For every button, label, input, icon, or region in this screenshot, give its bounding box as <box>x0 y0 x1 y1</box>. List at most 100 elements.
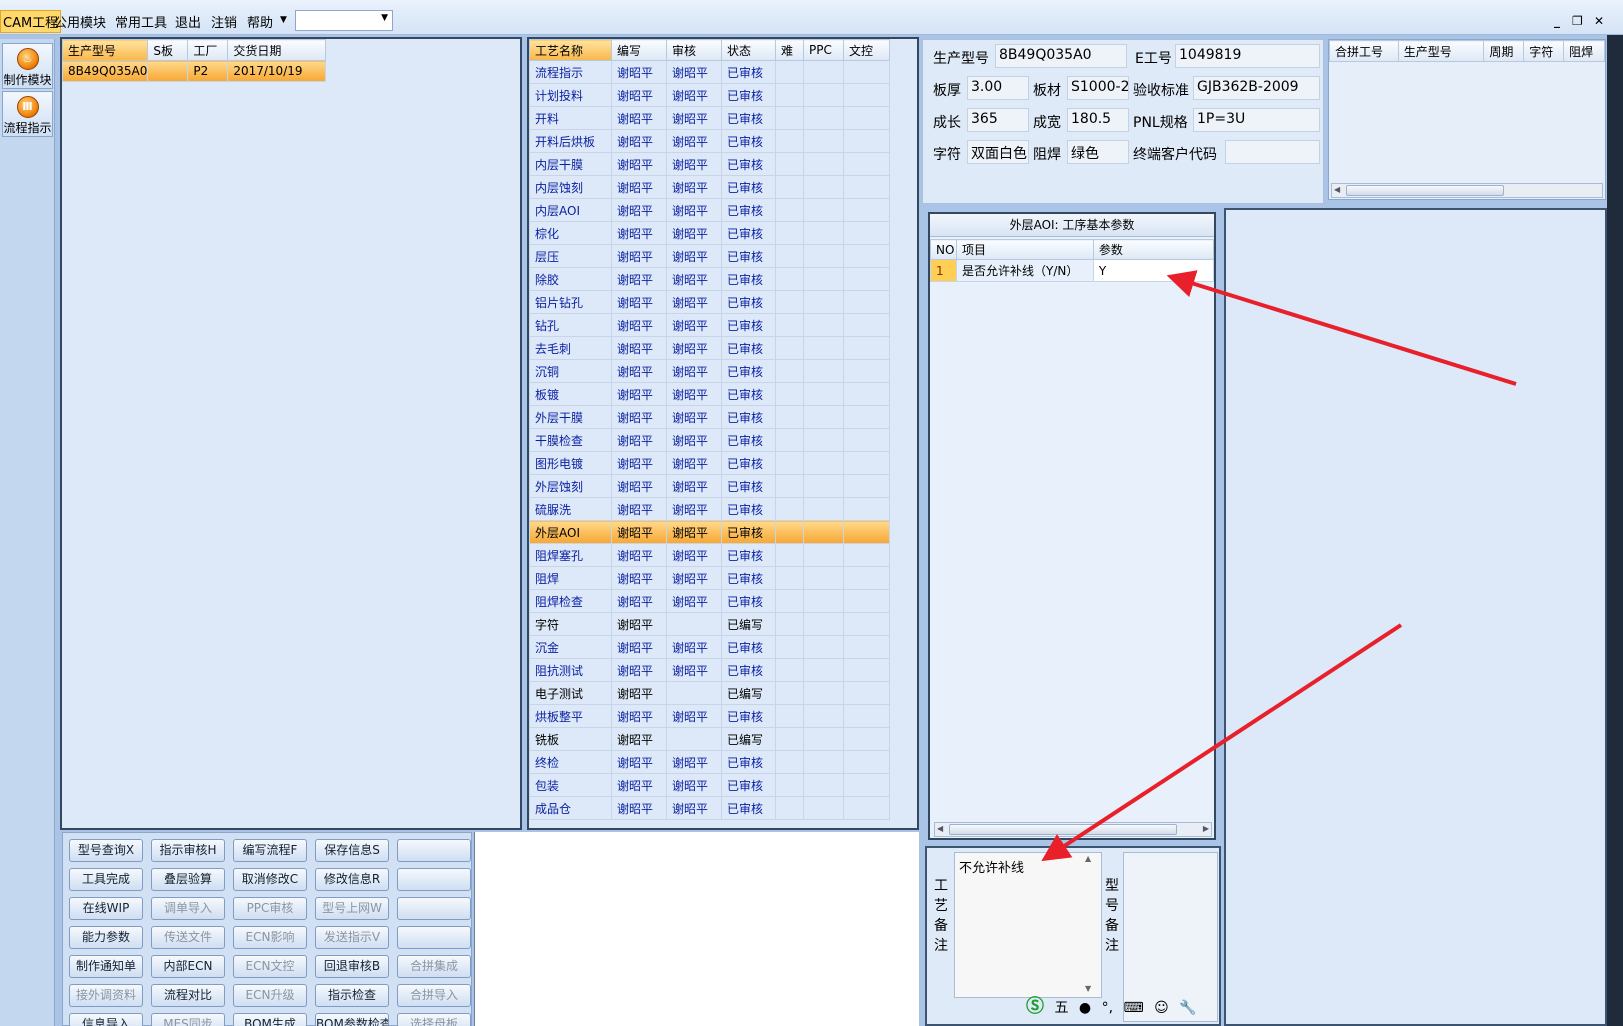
ime-toolbar[interactable]: Ⓢ 五 ● °, ⌨ ☺ 🔧 <box>1026 992 1197 1018</box>
field-eno[interactable]: 1049819 <box>1175 44 1320 68</box>
col-doc-control[interactable]: 文控 <box>843 39 890 61</box>
menu-exit[interactable]: 退出 <box>175 12 201 31</box>
field-thickness[interactable]: 3.00 <box>967 76 1029 100</box>
action-button-3-1[interactable]: 传送文件 <box>151 926 225 949</box>
table-row[interactable]: 沉金 谢昭平 谢昭平 已审核 <box>529 635 890 659</box>
table-row[interactable]: 阻焊 谢昭平 谢昭平 已审核 <box>529 566 890 590</box>
field-character[interactable]: 双面白色 <box>967 140 1029 164</box>
action-button-0-1[interactable]: 指示审核H <box>151 839 225 862</box>
table-row[interactable]: 外层干膜 谢昭平 谢昭平 已审核 <box>529 405 890 429</box>
table-row[interactable]: 外层AOI 谢昭平 谢昭平 已审核 <box>529 520 890 544</box>
col-no[interactable]: NO <box>930 239 957 260</box>
field-model[interactable]: 8B49Q035A0 <box>995 44 1127 68</box>
table-row[interactable]: 钻孔 谢昭平 谢昭平 已审核 <box>529 313 890 337</box>
action-button-1-3[interactable]: 修改信息R <box>315 868 389 891</box>
field-pnl[interactable]: 1P=3U <box>1193 108 1320 132</box>
table-row[interactable]: 图形电镀 谢昭平 谢昭平 已审核 <box>529 451 890 475</box>
col-writer[interactable]: 编写 <box>611 39 667 61</box>
action-button-1-1[interactable]: 叠层验算 <box>151 868 225 891</box>
process-remark-input[interactable]: 不允许补线 <box>954 852 1102 998</box>
action-button-2-1[interactable]: 调单导入 <box>151 897 225 920</box>
col-status[interactable]: 状态 <box>721 39 776 61</box>
nav-flow-instruction[interactable]: Ⅲ 流程指示 <box>2 91 53 137</box>
table-row[interactable]: 开料后烘板 谢昭平 谢昭平 已审核 <box>529 129 890 153</box>
col-merge-model[interactable]: 生产型号 <box>1397 40 1485 62</box>
nav-make-module[interactable]: ♨ 制作模块 <box>2 43 53 89</box>
action-button-0-0[interactable]: 型号查询X <box>69 839 143 862</box>
action-button-5-3[interactable]: 指示检查 <box>315 984 389 1007</box>
param-hscrollbar[interactable]: ◀ ▶ <box>934 822 1212 837</box>
action-button-4-3[interactable]: 回退审核B <box>315 955 389 978</box>
scroll-thumb[interactable] <box>1346 185 1504 196</box>
action-button-3-0[interactable]: 能力参数 <box>69 926 143 949</box>
action-button-3-4[interactable] <box>397 926 471 949</box>
table-row[interactable]: 沉铜 谢昭平 谢昭平 已审核 <box>529 359 890 383</box>
merge-hscrollbar[interactable]: ◀ <box>1331 183 1603 198</box>
table-row[interactable]: 字符 谢昭平 已编写 <box>529 612 890 636</box>
action-button-6-4[interactable]: 选择母板 <box>397 1013 471 1026</box>
action-button-2-2[interactable]: PPC审核 <box>233 897 307 920</box>
scroll-up-icon[interactable]: ▲ <box>1085 854 1091 863</box>
action-button-0-2[interactable]: 编写流程F <box>233 839 307 862</box>
table-row[interactable]: 8B49Q035A0 P2 2017/10/19 <box>61 60 327 82</box>
col-param[interactable]: 参数 <box>1092 239 1215 260</box>
table-row[interactable]: 棕化 谢昭平 谢昭平 已审核 <box>529 221 890 245</box>
action-button-4-2[interactable]: ECN文控 <box>233 955 307 978</box>
action-button-6-2[interactable]: BOM生成 <box>233 1013 307 1026</box>
col-process-name[interactable]: 工艺名称 <box>529 39 612 61</box>
action-button-5-1[interactable]: 流程对比 <box>151 984 225 1007</box>
col-merge-period[interactable]: 周期 <box>1483 40 1525 62</box>
field-length[interactable]: 365 <box>967 108 1029 132</box>
field-client-code[interactable] <box>1225 140 1320 164</box>
action-button-2-0[interactable]: 在线WIP <box>69 897 143 920</box>
col-difficulty[interactable]: 难 <box>775 39 804 61</box>
table-row[interactable]: 计划投料 谢昭平 谢昭平 已审核 <box>529 83 890 107</box>
table-row[interactable]: 阻焊检查 谢昭平 谢昭平 已审核 <box>529 589 890 613</box>
action-button-5-0[interactable]: 接外调资料 <box>69 984 143 1007</box>
table-row[interactable]: 开料 谢昭平 谢昭平 已审核 <box>529 106 890 130</box>
scroll-right-icon[interactable]: ▶ <box>1203 824 1209 833</box>
col-ppc[interactable]: PPC <box>803 39 844 61</box>
action-button-3-3[interactable]: 发送指示V <box>315 926 389 949</box>
help-dropdown-icon[interactable]: ▼ <box>280 15 287 25</box>
table-row[interactable]: 内层蚀刻 谢昭平 谢昭平 已审核 <box>529 175 890 199</box>
minimize-icon[interactable]: _ <box>1554 14 1560 28</box>
scroll-thumb[interactable] <box>949 824 1177 835</box>
action-button-5-4[interactable]: 合拼导入 <box>397 984 471 1007</box>
table-row[interactable]: 干膜检查 谢昭平 谢昭平 已审核 <box>529 428 890 452</box>
menu-common-modules[interactable]: 公用模块 <box>54 12 106 31</box>
field-solder-mask[interactable]: 绿色 <box>1067 140 1129 164</box>
table-row[interactable]: 流程指示 谢昭平 谢昭平 已审核 <box>529 60 890 84</box>
field-standard[interactable]: GJB362B-2009 <box>1193 76 1320 100</box>
table-row[interactable]: 铣板 谢昭平 已编写 <box>529 727 890 751</box>
action-button-5-2[interactable]: ECN升级 <box>233 984 307 1007</box>
col-s-board[interactable]: S板 <box>147 39 189 61</box>
action-button-0-4[interactable] <box>397 839 471 862</box>
table-row[interactable]: 板镀 谢昭平 谢昭平 已审核 <box>529 382 890 406</box>
action-button-4-1[interactable]: 内部ECN <box>151 955 225 978</box>
menu-logout[interactable]: 注销 <box>211 12 237 31</box>
cell-param[interactable]: Y <box>1092 259 1215 282</box>
table-row[interactable]: 硫脲洗 谢昭平 谢昭平 已审核 <box>529 497 890 521</box>
action-button-6-3[interactable]: BOM参数检查 <box>315 1013 389 1026</box>
action-button-1-4[interactable] <box>397 868 471 891</box>
menu-help[interactable]: 帮助 <box>247 12 273 31</box>
action-button-0-3[interactable]: 保存信息S <box>315 839 389 862</box>
table-row[interactable]: 内层干膜 谢昭平 谢昭平 已审核 <box>529 152 890 176</box>
table-row[interactable]: 去毛刺 谢昭平 谢昭平 已审核 <box>529 336 890 360</box>
menu-cam[interactable]: CAM工程 <box>0 10 62 33</box>
top-combo[interactable]: ▼ <box>295 10 393 31</box>
table-row[interactable]: 外层蚀刻 谢昭平 谢昭平 已审核 <box>529 474 890 498</box>
col-item[interactable]: 项目 <box>955 239 1094 260</box>
table-row[interactable]: 成品仓 谢昭平 谢昭平 已审核 <box>529 796 890 820</box>
action-button-6-1[interactable]: MES同步 <box>151 1013 225 1026</box>
col-model[interactable]: 生产型号 <box>61 39 149 61</box>
action-button-6-0[interactable]: 信息导入 <box>69 1013 143 1026</box>
table-row[interactable]: 铝片钻孔 谢昭平 谢昭平 已审核 <box>529 290 890 314</box>
table-row[interactable]: 包装 谢昭平 谢昭平 已审核 <box>529 773 890 797</box>
close-icon[interactable]: ✕ <box>1594 14 1604 28</box>
table-row[interactable]: 电子测试 谢昭平 已编写 <box>529 681 890 705</box>
table-row[interactable]: 层压 谢昭平 谢昭平 已审核 <box>529 244 890 268</box>
table-row[interactable]: 终检 谢昭平 谢昭平 已审核 <box>529 750 890 774</box>
col-delivery-date[interactable]: 交货日期 <box>227 39 327 61</box>
